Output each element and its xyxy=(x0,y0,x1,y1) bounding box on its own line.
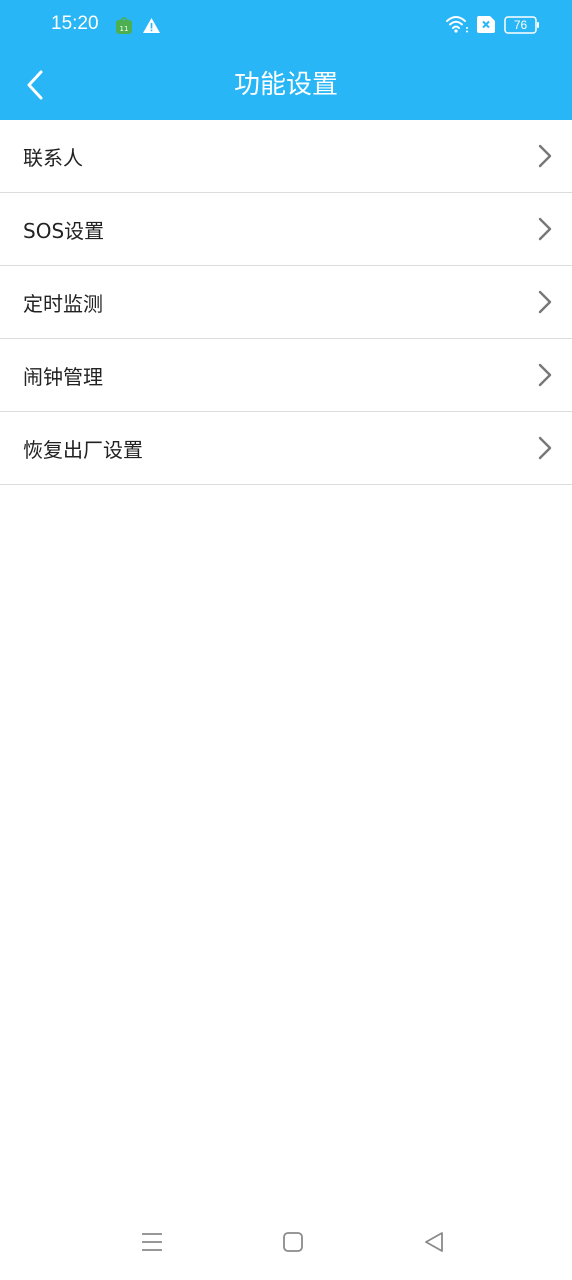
chevron-right-icon xyxy=(538,436,552,460)
settings-item-sos[interactable]: SOS设置 xyxy=(0,193,572,266)
settings-item-factory-reset[interactable]: 恢复出厂设置 xyxy=(0,412,572,485)
app-bar: 功能设置 xyxy=(0,50,572,120)
settings-item-timed-monitoring[interactable]: 定时监测 xyxy=(0,266,572,339)
chevron-right-icon xyxy=(538,144,552,168)
chevron-right-icon xyxy=(538,217,552,241)
back-button[interactable] xyxy=(14,63,58,107)
settings-item-contacts[interactable]: 联系人 xyxy=(0,120,572,193)
menu-icon xyxy=(142,1233,162,1251)
status-time: 15:20 xyxy=(51,13,99,34)
wifi-icon xyxy=(446,16,468,33)
settings-item-label: 联系人 xyxy=(23,145,83,170)
settings-item-label: 恢复出厂设置 xyxy=(23,437,143,462)
warning-icon xyxy=(143,18,160,33)
settings-item-label: 定时监测 xyxy=(23,291,103,316)
back-triangle-icon xyxy=(425,1232,443,1252)
system-nav-bar xyxy=(0,1200,572,1280)
chevron-right-icon xyxy=(538,363,552,387)
battery-level: 76 xyxy=(513,18,528,32)
page-title: 功能设置 xyxy=(233,70,338,100)
screen: 15:20 11 76 功能设置 联系人 SOS设置 定时监测 闹钟管理 恢复出… xyxy=(0,0,572,1280)
svg-text:11: 11 xyxy=(120,25,129,33)
nav-back-button[interactable] xyxy=(414,1222,454,1262)
status-bar: 15:20 11 76 xyxy=(0,0,572,50)
sim-x-icon xyxy=(477,16,495,33)
home-icon xyxy=(283,1232,303,1252)
settings-item-alarm-management[interactable]: 闹钟管理 xyxy=(0,339,572,412)
nav-menu-button[interactable] xyxy=(132,1222,172,1262)
settings-item-label: SOS设置 xyxy=(23,218,105,243)
settings-list: 联系人 SOS设置 定时监测 闹钟管理 恢复出厂设置 xyxy=(0,120,572,485)
chevron-right-icon xyxy=(538,290,552,314)
nav-home-button[interactable] xyxy=(273,1222,313,1262)
chevron-left-icon xyxy=(27,70,43,100)
settings-item-label: 闹钟管理 xyxy=(23,364,103,389)
app-notification-icon: 11 xyxy=(116,17,132,34)
